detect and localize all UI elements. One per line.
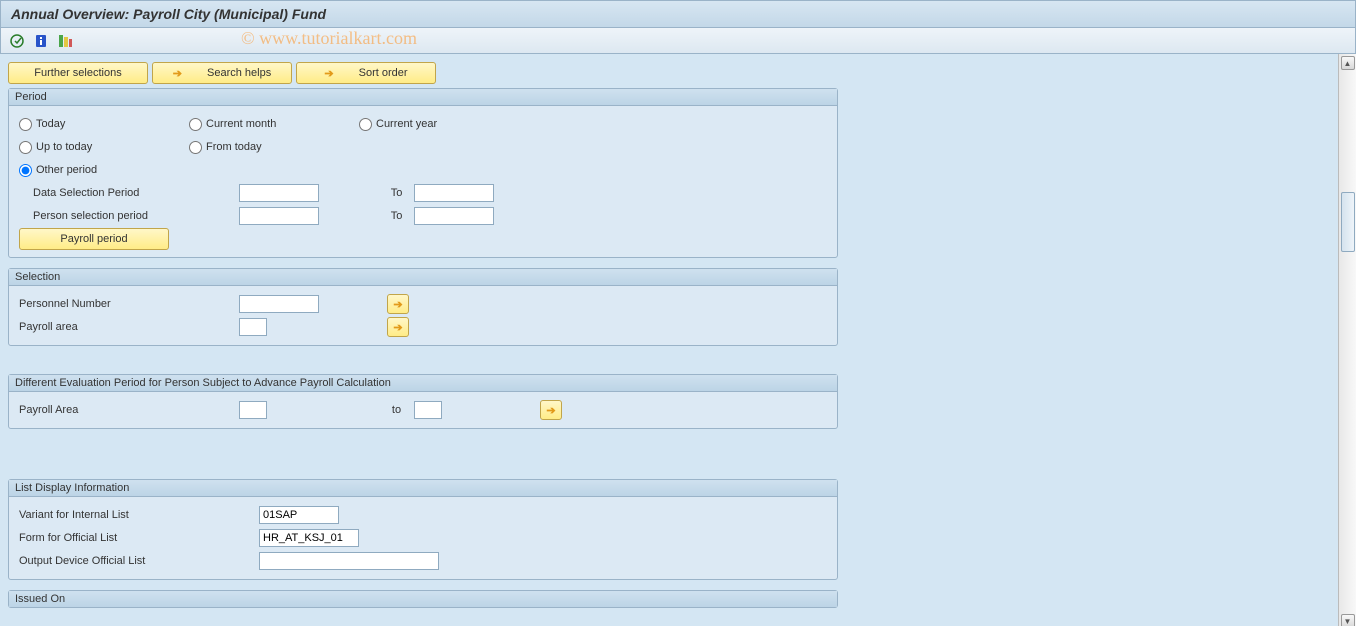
diff-payroll-area-from-input[interactable] <box>239 401 267 419</box>
issued-on-header: Issued On <box>9 591 837 607</box>
further-selections-button[interactable]: Further selections <box>8 62 148 84</box>
to-label: To <box>379 210 414 222</box>
to-label: To <box>379 187 414 199</box>
sort-order-label: Sort order <box>359 67 408 79</box>
radio-current-month[interactable]: Current month <box>189 118 359 131</box>
data-selection-label: Data Selection Period <box>19 187 239 199</box>
search-helps-label: Search helps <box>207 67 271 79</box>
variant-input[interactable] <box>259 506 339 524</box>
window-title: Annual Overview: Payroll City (Municipal… <box>0 0 1356 28</box>
variant-icon[interactable] <box>57 33 73 49</box>
info-icon[interactable] <box>33 33 49 49</box>
personnel-number-input[interactable] <box>239 295 319 313</box>
radio-other-period-label: Other period <box>36 164 97 176</box>
payroll-area-label: Payroll area <box>19 321 239 333</box>
diff-eval-header: Different Evaluation Period for Person S… <box>9 375 837 392</box>
radio-from-today[interactable]: From today <box>189 141 359 154</box>
personnel-number-multi-button[interactable]: ➔ <box>387 294 409 314</box>
radio-today-label: Today <box>36 118 65 130</box>
diff-payroll-area-multi-button[interactable]: ➔ <box>540 400 562 420</box>
execute-icon[interactable] <box>9 33 25 49</box>
payroll-period-button[interactable]: Payroll period <box>19 228 169 250</box>
form-input[interactable] <box>259 529 359 547</box>
output-device-label: Output Device Official List <box>19 555 259 567</box>
radio-current-year-label: Current year <box>376 118 437 130</box>
selection-header: Selection <box>9 269 837 286</box>
period-header: Period <box>9 89 837 106</box>
selection-buttons-row: Further selections ➔ Search helps ➔ Sort o… <box>8 62 1330 84</box>
radio-from-today-label: From today <box>206 141 262 153</box>
form-label: Form for Official List <box>19 532 259 544</box>
main-content: Further selections ➔ Search helps ➔ Sort o… <box>0 54 1338 626</box>
issued-on-group: Issued On <box>8 590 838 608</box>
personnel-number-label: Personnel Number <box>19 298 239 310</box>
list-display-header: List Display Information <box>9 480 837 497</box>
radio-current-month-label: Current month <box>206 118 276 130</box>
radio-up-to-today[interactable]: Up to today <box>19 141 189 154</box>
payroll-area-multi-button[interactable]: ➔ <box>387 317 409 337</box>
diff-payroll-area-to-input[interactable] <box>414 401 442 419</box>
selection-group: Selection Personnel Number ➔ Payroll are… <box>8 268 838 346</box>
payroll-area-input[interactable] <box>239 318 267 336</box>
output-device-input[interactable] <box>259 552 439 570</box>
diff-eval-group: Different Evaluation Period for Person S… <box>8 374 838 429</box>
data-selection-from-input[interactable] <box>239 184 319 202</box>
to-label: to <box>379 404 414 416</box>
radio-current-year[interactable]: Current year <box>359 118 529 131</box>
radio-today[interactable]: Today <box>19 118 189 131</box>
watermark-text: © www.tutorialkart.com <box>241 28 417 49</box>
radio-other-period[interactable]: Other period <box>19 164 189 177</box>
data-selection-to-input[interactable] <box>414 184 494 202</box>
search-helps-button[interactable]: ➔ Search helps <box>152 62 292 84</box>
arrow-right-icon: ➔ <box>324 67 333 80</box>
scroll-track[interactable] <box>1341 72 1355 612</box>
scroll-down-icon[interactable]: ▼ <box>1341 614 1355 626</box>
person-selection-label: Person selection period <box>19 210 239 222</box>
sort-order-button[interactable]: ➔ Sort order <box>296 62 436 84</box>
variant-label: Variant for Internal List <box>19 509 259 521</box>
app-toolbar: © www.tutorialkart.com <box>0 28 1356 54</box>
diff-payroll-area-label: Payroll Area <box>19 404 239 416</box>
vertical-scrollbar[interactable]: ▲ ▼ <box>1338 54 1356 626</box>
list-display-group: List Display Information Variant for Int… <box>8 479 838 580</box>
scroll-up-icon[interactable]: ▲ <box>1341 56 1355 70</box>
person-selection-from-input[interactable] <box>239 207 319 225</box>
period-group: Period Today Current month Current year … <box>8 88 838 258</box>
scroll-grip[interactable] <box>1341 192 1355 252</box>
radio-up-to-today-label: Up to today <box>36 141 92 153</box>
person-selection-to-input[interactable] <box>414 207 494 225</box>
arrow-right-icon: ➔ <box>173 67 182 80</box>
